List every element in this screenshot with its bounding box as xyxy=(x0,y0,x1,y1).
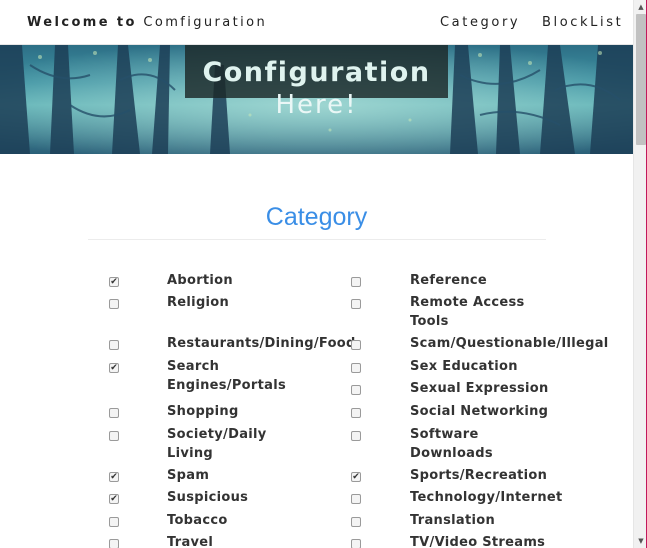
category-checkbox[interactable] xyxy=(351,363,361,373)
category-checkbox[interactable] xyxy=(351,299,361,309)
category-label: Sex Education xyxy=(410,359,518,374)
category-label: Translation xyxy=(410,513,496,528)
category-checkbox[interactable]: ✔ xyxy=(109,494,119,504)
category-label: Religion xyxy=(167,295,230,310)
hero-title: Configuration xyxy=(202,57,431,88)
nav-link-category[interactable]: Category xyxy=(440,15,520,30)
category-label: Shopping xyxy=(167,404,239,419)
section-title: Category xyxy=(265,203,368,231)
category-label: Sports/Recreation xyxy=(410,468,548,483)
category-checkbox[interactable] xyxy=(351,431,361,441)
category-checkbox[interactable]: ✔ xyxy=(351,472,361,482)
category-checkbox[interactable] xyxy=(109,517,119,527)
category-label: Society/Daily Living xyxy=(167,427,267,461)
category-label: Sexual Expression xyxy=(410,381,549,396)
top-navbar: Welcome to Comfiguration Category BlockL… xyxy=(0,0,633,45)
category-checkbox[interactable] xyxy=(351,494,361,504)
category-checkbox[interactable] xyxy=(109,539,119,548)
category-label: Tobacco xyxy=(167,513,228,528)
category-label: Abortion xyxy=(167,273,233,288)
category-checkbox[interactable] xyxy=(109,340,119,350)
category-checkbox[interactable] xyxy=(109,408,119,418)
category-label: Reference xyxy=(410,273,488,288)
category-checkbox[interactable]: ✔ xyxy=(109,277,119,287)
category-label: TV/Video Streams xyxy=(410,535,546,548)
category-checkbox[interactable]: ✔ xyxy=(109,472,119,482)
category-checkbox[interactable] xyxy=(351,385,361,395)
category-checkbox[interactable] xyxy=(351,277,361,287)
hero-subtitle: Here! xyxy=(275,90,358,120)
vertical-scrollbar[interactable]: ▲ ▼ xyxy=(633,0,647,548)
category-label: Software Downloads xyxy=(410,427,493,461)
brand-bold-text: Welcome to xyxy=(27,15,137,30)
nav-link-blocklist[interactable]: BlockList xyxy=(542,15,623,30)
category-checkbox[interactable] xyxy=(351,539,361,548)
category-label: Scam/Questionable/Illegal xyxy=(410,336,609,351)
category-label: Suspicious xyxy=(167,490,249,505)
brand-title[interactable]: Welcome to Comfiguration xyxy=(27,15,267,30)
hero-banner: Configuration Here! xyxy=(0,45,633,154)
category-checkbox[interactable] xyxy=(109,299,119,309)
scrollbar-thumb[interactable] xyxy=(636,14,646,145)
category-label: Technology/Internet xyxy=(410,490,563,505)
category-checkbox[interactable]: ✔ xyxy=(109,363,119,373)
category-label: Search Engines/Portals xyxy=(167,359,287,393)
category-checkbox[interactable] xyxy=(351,517,361,527)
category-label: Travel xyxy=(167,535,214,548)
category-label: Remote Access Tools xyxy=(410,295,525,329)
category-label: Restaurants/Dining/Food xyxy=(167,336,356,351)
section-divider xyxy=(88,239,546,240)
category-checkbox[interactable] xyxy=(351,340,361,350)
category-checkbox[interactable] xyxy=(351,408,361,418)
category-label: Social Networking xyxy=(410,404,549,419)
category-checkbox[interactable] xyxy=(109,431,119,441)
brand-rest-text: Comfiguration xyxy=(143,15,268,30)
category-label: Spam xyxy=(167,468,210,483)
